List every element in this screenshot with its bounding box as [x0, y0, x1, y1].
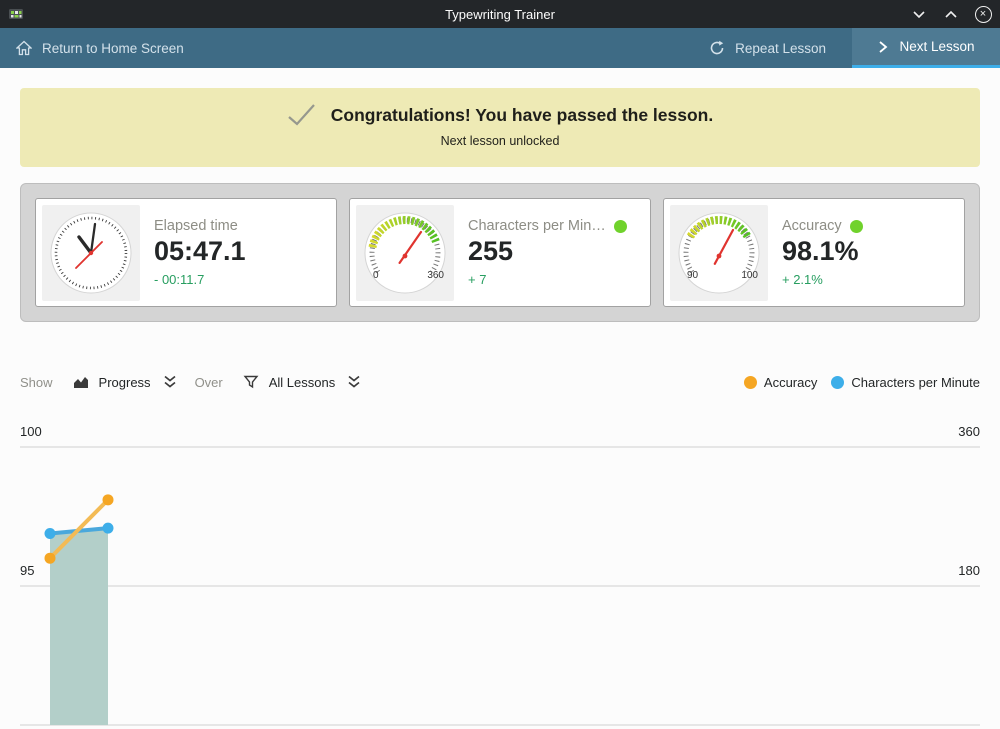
speed-gauge-icon: 0 360 — [356, 205, 454, 301]
cpm-value: 255 — [468, 236, 644, 267]
repeat-lesson-label: Repeat Lesson — [735, 41, 826, 56]
legend-item-cpm: Characters per Minute — [831, 375, 980, 390]
return-home-label: Return to Home Screen — [42, 41, 184, 56]
gauge-max-label: 100 — [741, 270, 758, 281]
banner-title: Congratulations! You have passed the les… — [331, 105, 714, 126]
gauge-max-label: 360 — [427, 270, 444, 281]
filter-funnel-icon — [243, 374, 259, 390]
cpm-status-dot — [614, 220, 627, 233]
arrow-right-icon — [877, 40, 889, 54]
metric-dropdown-value: Progress — [99, 375, 151, 390]
accuracy-value: 98.1% — [782, 236, 958, 267]
gauge-min-label: 90 — [687, 270, 698, 281]
chart-toolbar: Show Progress Over All Lessons Accuracy … — [20, 369, 980, 395]
accuracy-label: Accuracy — [782, 218, 842, 234]
accuracy-legend-dot — [744, 376, 757, 389]
home-icon — [16, 40, 32, 56]
next-lesson-button[interactable]: Next Lesson — [852, 28, 1000, 68]
double-chevron-down-icon — [347, 374, 361, 390]
chart-legend: Accuracy Characters per Minute — [730, 375, 980, 390]
over-label: Over — [195, 375, 223, 390]
window-title: Typewriting Trainer — [0, 7, 1000, 22]
repeat-lesson-button[interactable]: Repeat Lesson — [683, 28, 852, 68]
progress-chart — [20, 425, 980, 729]
chevron-up-icon — [944, 10, 958, 19]
congratulations-banner: Congratulations! You have passed the les… — [20, 88, 980, 167]
window-controls: × — [910, 0, 992, 28]
chevron-down-icon — [912, 10, 926, 19]
lessons-dropdown-value: All Lessons — [269, 375, 335, 390]
cpm-card: 0 360 Characters per Min… 255 + 7 — [349, 198, 651, 307]
cpm-legend-label: Characters per Minute — [851, 375, 980, 390]
elapsed-time-delta: - 00:11.7 — [154, 272, 330, 287]
banner-subtitle: Next lesson unlocked — [20, 134, 980, 148]
close-button[interactable]: × — [974, 5, 992, 23]
nav-spacer — [184, 28, 683, 68]
close-icon: × — [975, 6, 992, 23]
double-chevron-down-icon — [163, 374, 177, 390]
elapsed-time-label: Elapsed time — [154, 218, 238, 234]
metric-dropdown[interactable]: Progress — [73, 374, 177, 390]
elapsed-time-value: 05:47.1 — [154, 236, 330, 267]
clock-icon — [42, 205, 140, 301]
cpm-label: Characters per Min… — [468, 218, 606, 234]
maximize-button[interactable] — [942, 5, 960, 23]
accuracy-status-dot — [850, 220, 863, 233]
titlebar: Typewriting Trainer × — [0, 0, 1000, 28]
refresh-icon — [709, 40, 725, 56]
gauge-min-label: 0 — [373, 270, 379, 281]
minimize-button[interactable] — [910, 5, 928, 23]
elapsed-time-card: Elapsed time 05:47.1 - 00:11.7 — [35, 198, 337, 307]
cpm-delta: + 7 — [468, 272, 644, 287]
area-chart-icon — [73, 374, 89, 390]
next-lesson-label: Next Lesson — [899, 39, 974, 54]
navbar: Return to Home Screen Repeat Lesson Next… — [0, 28, 1000, 68]
accuracy-card: 90 100 Accuracy 98.1% + 2.1% — [663, 198, 965, 307]
show-label: Show — [20, 375, 53, 390]
accuracy-gauge-icon: 90 100 — [670, 205, 768, 301]
cpm-legend-dot — [831, 376, 844, 389]
legend-item-accuracy: Accuracy — [744, 375, 817, 390]
accuracy-legend-label: Accuracy — [764, 375, 817, 390]
checkmark-icon — [287, 103, 317, 127]
stats-panel: Elapsed time 05:47.1 - 00:11.7 0 360 Cha… — [20, 183, 980, 322]
accuracy-delta: + 2.1% — [782, 272, 958, 287]
return-home-button[interactable]: Return to Home Screen — [16, 28, 184, 68]
lessons-dropdown[interactable]: All Lessons — [243, 374, 361, 390]
